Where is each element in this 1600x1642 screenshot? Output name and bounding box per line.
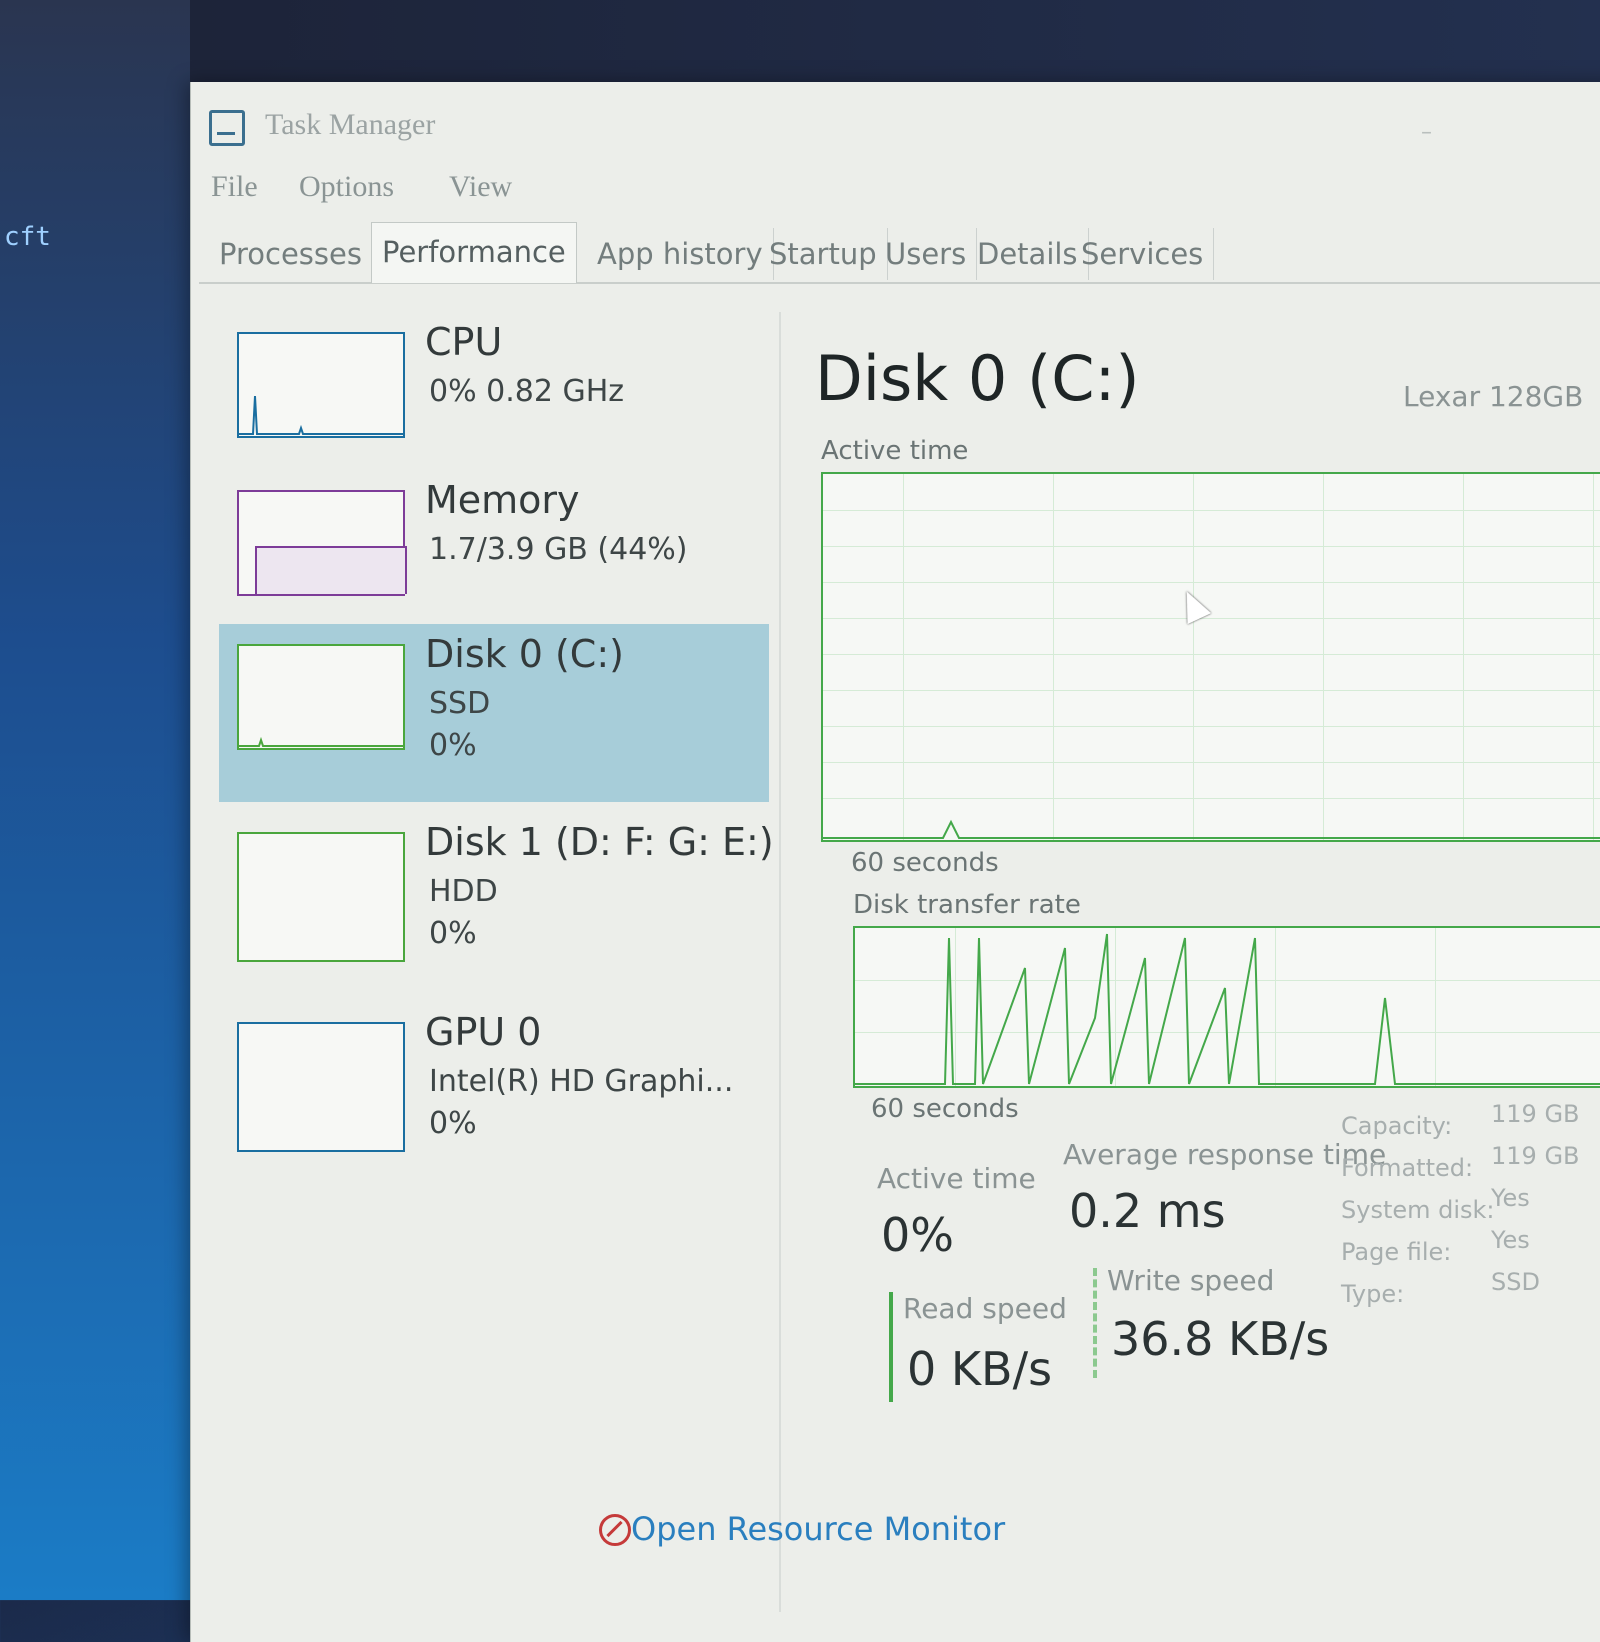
write-speed-legend xyxy=(1093,1268,1097,1378)
task-manager-icon xyxy=(209,110,245,146)
sidebar-item-usage: 0% xyxy=(429,728,477,763)
active-time-chart xyxy=(821,472,1600,842)
transfer-rate-chart-label: Disk transfer rate xyxy=(853,890,1081,920)
sidebar-item-cpu[interactable]: CPU 0% 0.82 GHz xyxy=(219,312,769,472)
desktop-top xyxy=(0,0,1600,90)
tab-services[interactable]: Services xyxy=(1071,228,1215,280)
sidebar-item-memory[interactable]: Memory 1.7/3.9 GB (44%) xyxy=(219,470,769,630)
disk-model: Lexar 128GB xyxy=(1403,380,1584,413)
tab-bar: Processes Performance App history Startu… xyxy=(199,222,1600,284)
property-label: Page file: xyxy=(1341,1238,1452,1266)
menu-options[interactable]: Options xyxy=(299,170,394,204)
sidebar-item-disk-1[interactable]: Disk 1 (D: F: G: E:) HDD 0% xyxy=(219,812,774,990)
tab-app-history[interactable]: App history xyxy=(587,228,774,280)
transfer-rate-axis-label: 60 seconds xyxy=(871,1094,1019,1124)
page-title: Disk 0 (C:) xyxy=(815,342,1140,415)
property-value: SSD xyxy=(1491,1268,1540,1296)
cpu-thumbnail-graph xyxy=(239,395,403,435)
transfer-rate-line xyxy=(855,933,1600,1085)
property-value: 119 GB xyxy=(1491,1142,1580,1170)
minimize-icon[interactable]: – xyxy=(1421,120,1451,145)
read-speed-label: Read speed xyxy=(903,1292,1067,1325)
titlebar: Task Manager – xyxy=(191,82,1600,162)
sidebar-item-subtitle: SSD xyxy=(429,686,491,721)
transfer-rate-chart xyxy=(853,926,1600,1088)
read-speed-value: 0 KB/s xyxy=(907,1342,1053,1396)
tab-users[interactable]: Users xyxy=(875,228,978,280)
memory-thumbnail xyxy=(237,490,407,596)
menu-file[interactable]: File xyxy=(211,170,258,204)
avg-response-value: 0.2 ms xyxy=(1069,1184,1226,1238)
window-title: Task Manager xyxy=(265,108,436,141)
write-speed-label: Write speed xyxy=(1107,1264,1275,1297)
active-time-line xyxy=(823,819,1600,839)
disk-1-thumbnail xyxy=(237,832,405,962)
cpu-thumbnail xyxy=(237,332,405,438)
read-speed-legend xyxy=(889,1292,893,1402)
sidebar-item-subtitle: HDD xyxy=(429,874,498,909)
avg-response-label: Average response time xyxy=(1063,1138,1387,1171)
property-label: Formatted: xyxy=(1341,1154,1474,1182)
tab-performance[interactable]: Performance xyxy=(371,222,577,283)
property-value: 119 GB xyxy=(1491,1100,1580,1128)
property-value: Yes xyxy=(1491,1184,1530,1212)
sidebar-item-gpu-0[interactable]: GPU 0 Intel(R) HD Graphi... 0% xyxy=(219,1002,769,1180)
sidebar-item-usage: 0% xyxy=(429,916,477,951)
resource-monitor-icon xyxy=(599,1514,631,1546)
sidebar-item-title: CPU xyxy=(425,320,503,364)
active-time-label: Active time xyxy=(877,1162,1036,1195)
sidebar-item-title: GPU 0 xyxy=(425,1010,542,1054)
tab-startup[interactable]: Startup xyxy=(759,228,888,280)
sidebar-item-disk-0[interactable]: Disk 0 (C:) SSD 0% xyxy=(219,624,769,802)
tab-processes[interactable]: Processes xyxy=(209,228,373,280)
gpu-0-thumbnail xyxy=(237,1022,405,1152)
sidebar-item-title: Disk 0 (C:) xyxy=(425,632,624,676)
task-manager-window: Task Manager – File Options View Process… xyxy=(190,82,1600,1642)
resource-sidebar: CPU 0% 0.82 GHz Memory 1.7/3.9 GB (44%) … xyxy=(219,312,781,1612)
desktop-text: cft xyxy=(4,222,51,252)
memory-usage-fill xyxy=(255,546,407,594)
sidebar-item-subtitle: 0% 0.82 GHz xyxy=(429,374,625,409)
sidebar-item-usage: 0% xyxy=(429,1106,477,1141)
sidebar-item-title: Memory xyxy=(425,478,580,522)
sidebar-item-title: Disk 1 (D: F: G: E:) xyxy=(425,820,774,864)
menu-view[interactable]: View xyxy=(449,170,512,204)
active-time-chart-label: Active time xyxy=(821,436,969,466)
active-time-axis-label: 60 seconds xyxy=(851,848,999,878)
sidebar-item-subtitle: Intel(R) HD Graphi... xyxy=(429,1064,734,1099)
disk-detail-panel: Disk 0 (C:) Lexar 128GB Active time 60 s… xyxy=(811,312,1600,1612)
open-resource-monitor-link[interactable]: Open Resource Monitor xyxy=(631,1510,1005,1548)
property-value: Yes xyxy=(1491,1226,1530,1254)
write-speed-value: 36.8 KB/s xyxy=(1111,1312,1330,1366)
property-label: Capacity: xyxy=(1341,1112,1453,1140)
active-time-value: 0% xyxy=(881,1208,954,1262)
disk-0-thumbnail xyxy=(237,644,405,750)
property-label: Type: xyxy=(1341,1280,1405,1308)
disk-0-thumbnail-graph xyxy=(239,736,403,747)
property-label: System disk: xyxy=(1341,1196,1495,1224)
sidebar-item-subtitle: 1.7/3.9 GB (44%) xyxy=(429,532,688,567)
